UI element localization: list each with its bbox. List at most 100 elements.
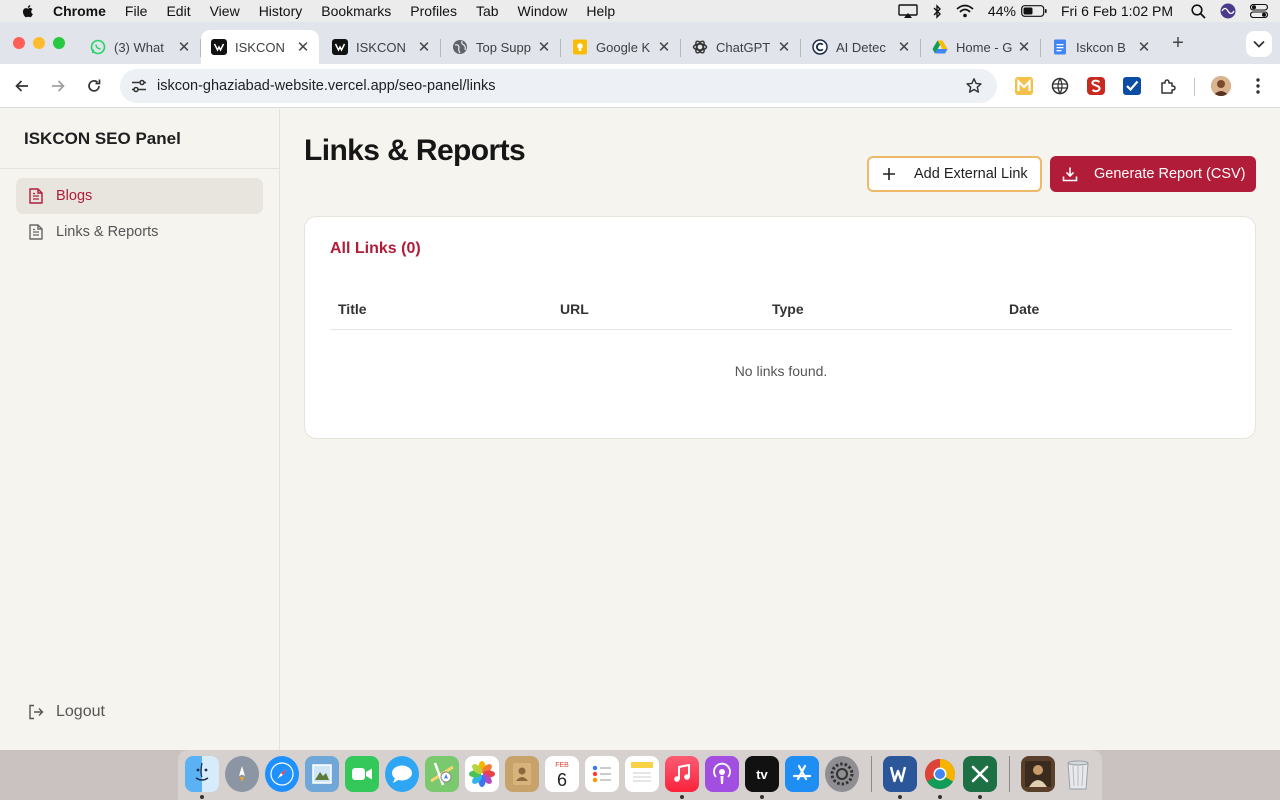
menu-edit[interactable]: Edit xyxy=(166,3,190,19)
bookmark-star-icon[interactable] xyxy=(965,77,983,95)
tab-top-supp[interactable]: Top Supp ✕ xyxy=(442,30,561,64)
bluetooth-icon[interactable] xyxy=(932,3,942,19)
recent-document-thumbnail-icon[interactable] xyxy=(1021,756,1055,792)
dock-separator xyxy=(1009,756,1010,792)
system-settings-icon[interactable] xyxy=(825,756,859,792)
close-tab-icon[interactable]: ✕ xyxy=(1136,39,1152,56)
extensions-puzzle-icon[interactable] xyxy=(1158,76,1178,96)
logout-button[interactable]: Logout xyxy=(28,703,105,721)
apple-tv-icon[interactable]: tv xyxy=(745,756,779,792)
photos-icon[interactable] xyxy=(465,756,499,792)
control-center-icon[interactable] xyxy=(1250,4,1268,18)
close-tab-icon[interactable]: ✕ xyxy=(176,39,192,56)
add-external-link-button[interactable]: Add External Link xyxy=(867,156,1042,192)
tab-iskcon[interactable]: ISKCON ✕ xyxy=(322,30,441,64)
menu-profiles[interactable]: Profiles xyxy=(410,3,457,19)
microsoft-excel-icon[interactable] xyxy=(963,756,997,792)
maps-icon[interactable] xyxy=(425,756,459,792)
tab-separator xyxy=(440,39,441,57)
add-external-link-label: Add External Link xyxy=(914,166,1028,182)
wifi-icon[interactable] xyxy=(956,4,974,18)
contacts-icon[interactable] xyxy=(505,756,539,792)
extension-checkbox-icon[interactable] xyxy=(1122,76,1142,96)
google-chrome-icon[interactable] xyxy=(923,756,957,792)
close-tab-icon[interactable]: ✕ xyxy=(1016,39,1032,56)
reminders-icon[interactable] xyxy=(585,756,619,792)
whatsapp-icon xyxy=(90,39,106,55)
sidebar-item-blogs[interactable]: Blogs xyxy=(16,178,263,214)
music-icon[interactable] xyxy=(665,756,699,792)
tab-strip: (3) What ✕ ISKCON ✕ ISKCON ✕ Top Supp ✕ … xyxy=(0,22,1280,64)
menu-bar-clock[interactable]: Fri 6 Feb 1:02 PM xyxy=(1061,3,1173,19)
vercel-icon xyxy=(211,39,227,55)
podcasts-icon[interactable] xyxy=(705,756,739,792)
close-tab-icon[interactable]: ✕ xyxy=(536,39,552,56)
minimize-window-button[interactable] xyxy=(33,37,45,49)
battery-icon[interactable] xyxy=(1021,5,1047,17)
menu-tab[interactable]: Tab xyxy=(476,3,499,19)
new-tab-plus-icon[interactable]: + xyxy=(1168,32,1188,54)
apple-logo-icon[interactable] xyxy=(20,3,36,19)
siri-icon[interactable] xyxy=(1220,3,1236,19)
close-tab-icon[interactable]: ✕ xyxy=(656,39,672,56)
forward-arrow-icon[interactable] xyxy=(46,74,70,98)
back-arrow-icon[interactable] xyxy=(10,74,34,98)
tab-ai-detector[interactable]: AI Detec ✕ xyxy=(802,30,921,64)
tab-whatsapp[interactable]: (3) What ✕ xyxy=(80,30,201,64)
launchpad-icon[interactable] xyxy=(225,756,259,792)
menu-bookmarks[interactable]: Bookmarks xyxy=(321,3,391,19)
tab-title: AI Detec xyxy=(836,39,886,55)
notes-icon[interactable] xyxy=(625,756,659,792)
document-icon xyxy=(28,224,44,240)
column-header-url[interactable]: URL xyxy=(560,301,589,317)
tab-search-chevron-icon[interactable] xyxy=(1246,31,1272,57)
tab-google-drive[interactable]: Home - G ✕ xyxy=(922,30,1041,64)
app-store-icon[interactable] xyxy=(785,756,819,792)
toolbar-separator xyxy=(1194,78,1195,96)
chrome-menu-kebab-icon[interactable] xyxy=(1248,76,1268,96)
tab-chatgpt[interactable]: ChatGPT ✕ xyxy=(682,30,801,64)
close-tab-icon[interactable]: ✕ xyxy=(416,39,432,56)
column-header-date[interactable]: Date xyxy=(1009,301,1039,317)
screen-mirroring-icon[interactable] xyxy=(898,4,918,18)
microsoft-word-icon[interactable] xyxy=(883,756,917,792)
safari-icon[interactable] xyxy=(265,756,299,792)
reload-icon[interactable] xyxy=(82,74,106,98)
column-header-title[interactable]: Title xyxy=(338,301,367,317)
menu-app-chrome[interactable]: Chrome xyxy=(53,3,106,19)
menu-history[interactable]: History xyxy=(259,3,303,19)
extension-globe-icon[interactable] xyxy=(1050,76,1070,96)
profile-avatar[interactable] xyxy=(1211,76,1231,96)
finder-icon[interactable] xyxy=(185,756,219,792)
card-title: All Links (0) xyxy=(330,240,421,257)
menu-view[interactable]: View xyxy=(210,3,240,19)
zoom-window-button[interactable] xyxy=(53,37,65,49)
messages-icon[interactable] xyxy=(385,756,419,792)
site-settings-tune-icon[interactable] xyxy=(130,77,148,95)
menu-help[interactable]: Help xyxy=(586,3,615,19)
extension-m-icon[interactable] xyxy=(1014,76,1034,96)
close-window-button[interactable] xyxy=(13,37,25,49)
address-url-text[interactable]: iskcon-ghaziabad-website.vercel.app/seo-… xyxy=(157,78,496,94)
spotlight-search-icon[interactable] xyxy=(1191,3,1206,19)
document-icon xyxy=(28,188,44,204)
generate-report-button[interactable]: Generate Report (CSV) xyxy=(1050,156,1256,192)
address-bar[interactable]: iskcon-ghaziabad-website.vercel.app/seo-… xyxy=(120,69,997,103)
close-tab-icon[interactable]: ✕ xyxy=(776,39,792,56)
menu-file[interactable]: File xyxy=(125,3,148,19)
sidebar-item-label: Blogs xyxy=(56,188,93,204)
menu-window[interactable]: Window xyxy=(518,3,568,19)
extension-red-s-icon[interactable] xyxy=(1086,76,1106,96)
tab-google-keep[interactable]: Google K ✕ xyxy=(562,30,681,64)
preview-icon[interactable] xyxy=(305,756,339,792)
close-tab-icon[interactable]: ✕ xyxy=(896,39,912,56)
facetime-icon[interactable] xyxy=(345,756,379,792)
close-tab-icon[interactable]: ✕ xyxy=(295,39,311,56)
tab-iskcon-active[interactable]: ISKCON ✕ xyxy=(201,30,319,64)
calendar-icon[interactable]: FEB 6 xyxy=(545,756,579,792)
calendar-month: FEB xyxy=(555,761,569,769)
trash-icon[interactable] xyxy=(1061,756,1095,792)
sidebar-item-links-reports[interactable]: Links & Reports xyxy=(16,214,263,250)
tab-google-docs[interactable]: Iskcon B ✕ xyxy=(1042,30,1160,64)
column-header-type[interactable]: Type xyxy=(772,301,804,317)
